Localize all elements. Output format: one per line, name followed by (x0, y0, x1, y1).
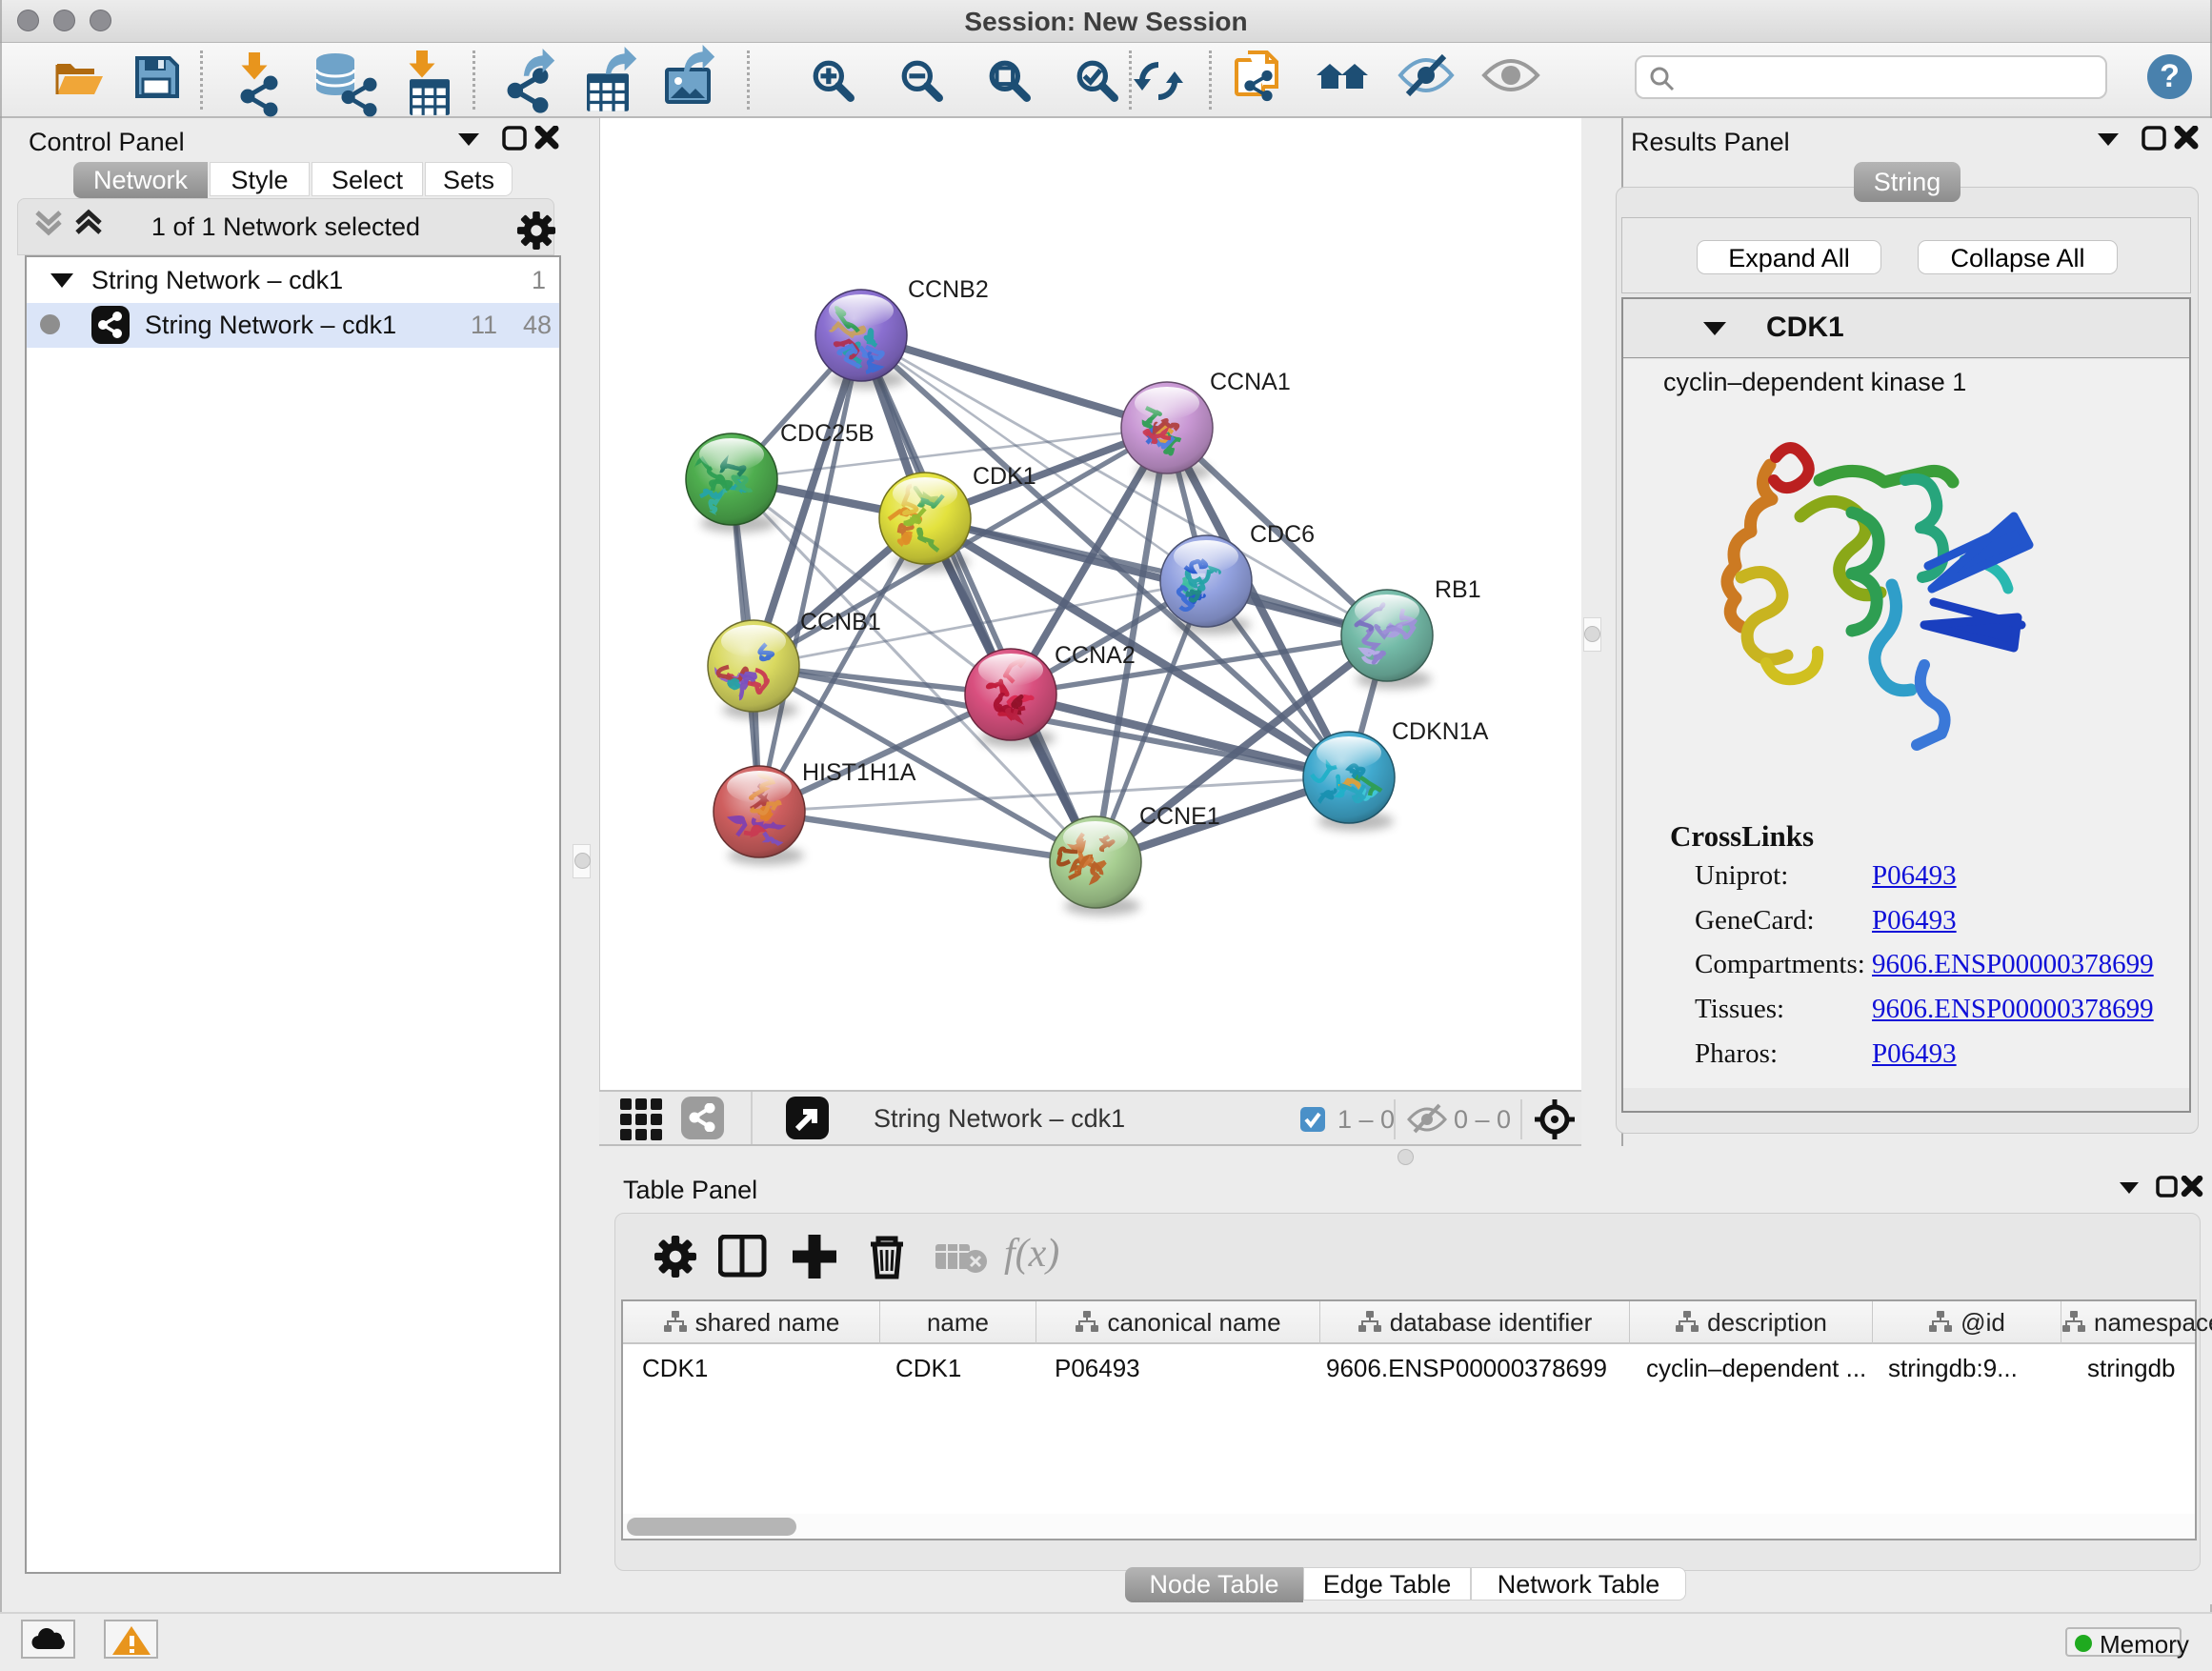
svg-text:CDKN1A: CDKN1A (1392, 718, 1489, 745)
svg-text:HIST1H1A: HIST1H1A (802, 759, 916, 786)
svg-text:RB1: RB1 (1435, 576, 1481, 603)
svg-text:CCNA2: CCNA2 (1055, 642, 1136, 669)
svg-text:CDC25B: CDC25B (780, 420, 875, 447)
svg-text:CDK1: CDK1 (973, 463, 1036, 490)
svg-text:CCNE1: CCNE1 (1139, 803, 1220, 830)
svg-text:CCNA1: CCNA1 (1210, 369, 1291, 395)
svg-text:CCNB2: CCNB2 (908, 276, 989, 303)
svg-text:CCNB1: CCNB1 (800, 609, 881, 635)
svg-text:CDC6: CDC6 (1250, 521, 1315, 548)
